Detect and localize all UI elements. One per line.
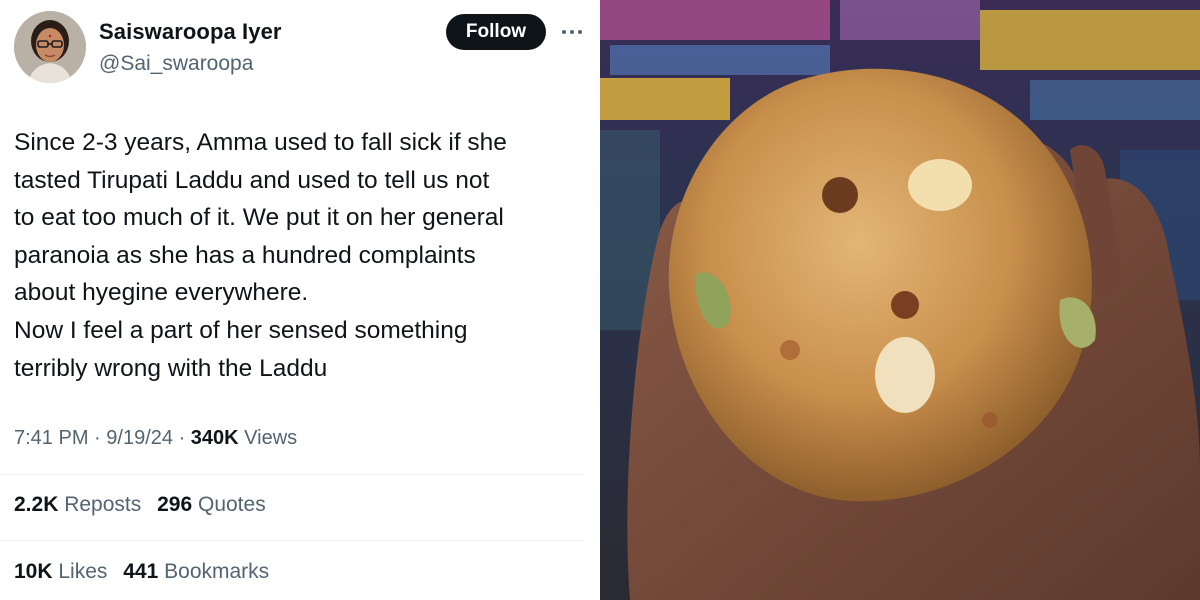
tweet-meta: 7:41 PM · 9/19/24 · 340K Views <box>14 427 297 450</box>
tweet-text-line: paranoia as she has a hundred complaints <box>14 241 476 269</box>
likes-count: 10K <box>14 560 53 583</box>
quotes-count: 296 <box>157 493 193 516</box>
laddu-in-hand-image <box>600 0 1200 600</box>
tweet-text-line: to eat too much of it. We put it on her … <box>14 204 504 232</box>
tweet-text: Since 2-3 years, Amma used to fall sick … <box>14 124 589 387</box>
reposts-label: Reposts <box>64 493 142 516</box>
reposts-stat[interactable]: 2.2K Reposts <box>14 493 141 517</box>
quotes-label: Quotes <box>197 493 266 516</box>
meta-separator: · <box>94 427 107 449</box>
engagement-row: 10K Likes 441 Bookmarks <box>14 560 279 584</box>
bookmarks-label: Bookmarks <box>164 560 270 583</box>
divider <box>0 474 585 475</box>
tweet-text-line: tasted Tirupati Laddu and used to tell u… <box>14 166 490 194</box>
author-handle[interactable]: @Sai_swaroopa <box>99 52 253 76</box>
divider <box>0 540 585 541</box>
meta-separator: · <box>178 427 191 449</box>
author-name[interactable]: Saiswaroopa Iyer <box>99 19 282 45</box>
quotes-stat[interactable]: 296 Quotes <box>157 493 266 517</box>
likes-label: Likes <box>58 560 108 583</box>
tweet-panel: Saiswaroopa Iyer @Sai_swaroopa Follow Si… <box>0 0 600 600</box>
tweet-date[interactable]: 9/19/24 <box>106 427 173 449</box>
follow-button[interactable]: Follow <box>446 14 546 50</box>
tweet-text-line: about hyegine everywhere. <box>14 279 309 307</box>
tweet-text-line: terribly wrong with the Laddu <box>14 354 328 382</box>
views-label: Views <box>244 427 298 449</box>
bookmarks-count: 441 <box>123 560 159 583</box>
tweet-time[interactable]: 7:41 PM <box>14 427 88 449</box>
reposts-count: 2.2K <box>14 493 59 516</box>
laddu-photo[interactable] <box>600 0 1200 600</box>
likes-stat[interactable]: 10K Likes <box>14 560 107 584</box>
views-count: 340K <box>190 427 239 449</box>
tweet-text-line: Now I feel a part of her sensed somethin… <box>14 316 468 344</box>
avatar[interactable] <box>14 11 86 83</box>
tweet-text-line: Since 2-3 years, Amma used to fall sick … <box>14 129 507 156</box>
more-options-icon[interactable] <box>560 20 584 44</box>
avatar-image <box>14 11 86 83</box>
engagement-row: 2.2K Reposts 296 Quotes <box>14 493 276 517</box>
bookmarks-stat[interactable]: 441 Bookmarks <box>123 560 269 584</box>
